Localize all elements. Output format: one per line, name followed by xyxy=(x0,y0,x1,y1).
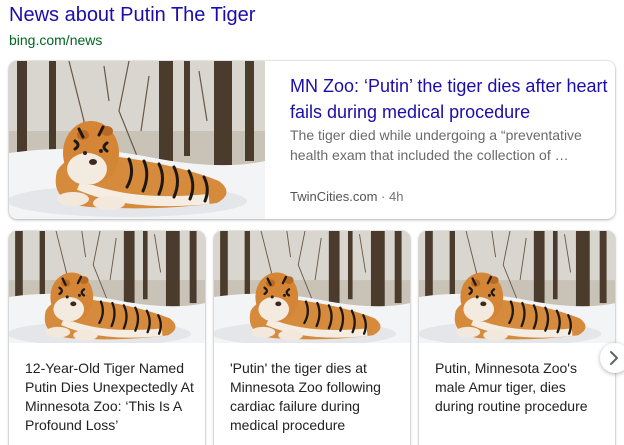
news-card-3[interactable]: Putin, Minnesota Zoo's male Amur tiger, … xyxy=(419,231,615,445)
main-article-meta: TwinCities.com · 4h xyxy=(290,189,403,204)
news-card-1[interactable]: 12-Year-Old Tiger Named Putin Dies Unexp… xyxy=(9,231,205,445)
carousel-next-button[interactable] xyxy=(600,343,624,373)
article-image[interactable] xyxy=(214,231,410,343)
article-image[interactable] xyxy=(419,231,615,343)
main-article-headline[interactable]: MN Zoo: ‘Putin’ the tiger dies after hea… xyxy=(290,73,608,125)
main-article-image[interactable] xyxy=(9,61,265,219)
meta-separator: · xyxy=(377,189,389,204)
article-headline[interactable]: 12-Year-Old Tiger Named Putin Dies Unexp… xyxy=(25,359,195,435)
article-headline[interactable]: 'Putin' the tiger dies at Minnesota Zoo … xyxy=(230,359,400,435)
main-article-snippet: The tiger died while undergoing a “preve… xyxy=(290,127,582,163)
publisher-name: TwinCities.com xyxy=(290,189,378,204)
article-age: 4h xyxy=(388,189,404,204)
news-card-2[interactable]: 'Putin' the tiger dies at Minnesota Zoo … xyxy=(214,231,410,445)
main-news-card[interactable]: MN Zoo: ‘Putin’ the tiger dies after hea… xyxy=(9,61,615,219)
article-image[interactable] xyxy=(9,231,205,343)
section-title-link[interactable]: News about Putin The Tiger xyxy=(9,4,255,27)
chevron-right-icon xyxy=(610,351,618,365)
article-headline[interactable]: Putin, Minnesota Zoo's male Amur tiger, … xyxy=(435,359,605,416)
source-url[interactable]: bing.com/news xyxy=(9,32,102,48)
